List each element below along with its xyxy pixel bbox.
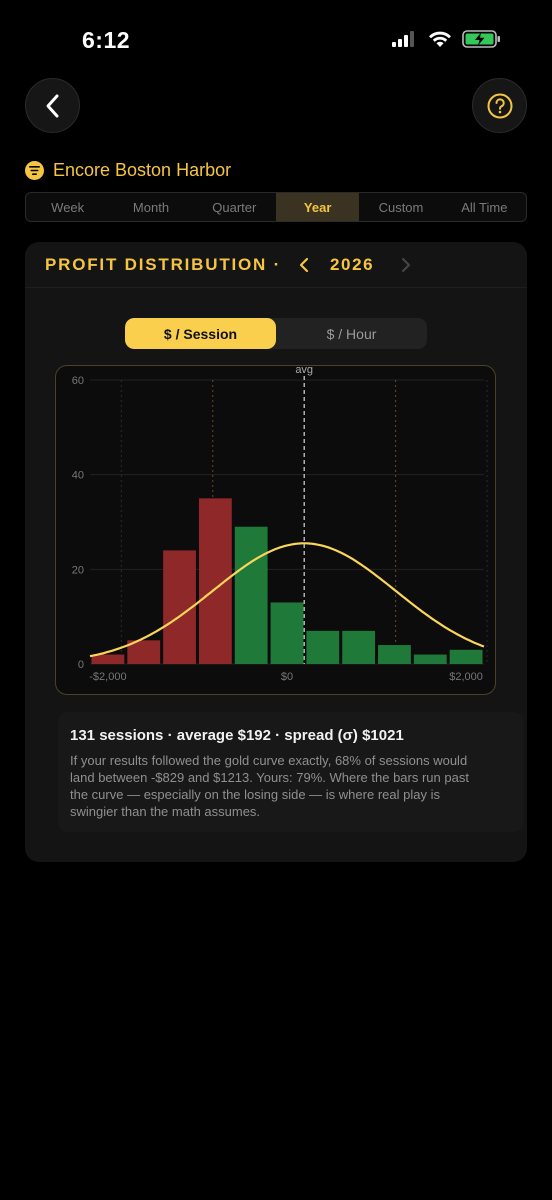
status-icons [392, 29, 502, 49]
toggle-per-hour[interactable]: $ / Hour [276, 318, 427, 349]
histogram-bar [306, 630, 340, 664]
chart-svg: 0 20 40 60 avg -$2,000 $0 $2,000 [72, 366, 488, 683]
distribution-chart: 0 20 40 60 avg -$2,000 $0 $2,000 [55, 365, 496, 695]
histogram-bar [270, 602, 304, 664]
range-tabs: Week Month Quarter Year Custom All Time [25, 192, 527, 222]
y-tick-label: 40 [72, 470, 84, 482]
tab-year[interactable]: Year [275, 193, 360, 221]
tab-custom[interactable]: Custom [359, 193, 442, 221]
tab-month[interactable]: Month [109, 193, 192, 221]
wifi-icon [429, 31, 451, 47]
card-title: PROFIT DISTRIBUTION · [45, 255, 282, 274]
y-tick-label: 0 [78, 659, 84, 671]
list-filter-icon [25, 161, 44, 180]
chevron-left-icon [299, 257, 309, 273]
histogram-bar [198, 498, 232, 664]
tab-all-time[interactable]: All Time [443, 193, 526, 221]
histogram-bar [342, 630, 376, 664]
profit-distribution-card: PROFIT DISTRIBUTION · 2026 $ / Session $… [25, 242, 527, 862]
status-bar: 6:12 [0, 0, 552, 80]
previous-year-button[interactable] [293, 254, 315, 276]
histogram-bar [234, 526, 268, 664]
y-tick-label: 20 [72, 564, 84, 576]
x-tick-label: $0 [281, 671, 293, 683]
question-mark-icon [487, 93, 512, 118]
back-button[interactable] [25, 78, 80, 133]
summary-headline: 131 sessions · average $192 · spread (σ)… [70, 727, 404, 744]
cellular-signal-icon [392, 31, 414, 47]
next-year-button[interactable] [395, 254, 417, 276]
selected-year: 2026 [330, 255, 375, 274]
chevron-left-icon [46, 94, 58, 117]
battery-charging-icon [462, 30, 500, 48]
venue-name: Encore Boston Harbor [53, 160, 232, 180]
x-tick-label: -$2,000 [89, 671, 126, 683]
card-header: PROFIT DISTRIBUTION · 2026 [25, 242, 527, 288]
summary-body: If your results followed the gold curve … [70, 753, 469, 819]
status-time: 6:12 [82, 27, 131, 53]
histogram-bar [378, 645, 411, 664]
toggle-per-session[interactable]: $ / Session [125, 318, 276, 349]
histogram-bar [413, 654, 447, 664]
tab-week[interactable]: Week [26, 193, 109, 221]
histogram-bar [449, 649, 483, 664]
y-tick-label: 60 [72, 375, 84, 387]
tab-quarter[interactable]: Quarter [193, 193, 276, 221]
x-tick-label: $2,000 [449, 671, 483, 683]
venue-selector[interactable]: Encore Boston Harbor [25, 160, 231, 181]
chevron-right-icon [401, 257, 411, 273]
metric-toggle: $ / Session $ / Hour [125, 318, 427, 349]
summary-panel: 131 sessions · average $192 · spread (σ)… [58, 712, 524, 832]
help-button[interactable] [472, 78, 527, 133]
average-label: avg [295, 366, 313, 376]
